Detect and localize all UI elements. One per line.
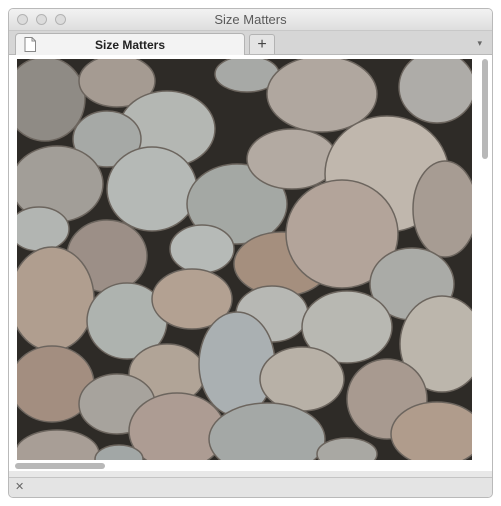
page-content — [9, 55, 492, 471]
tab-menu-chevron-down-icon[interactable]: ▾ — [477, 38, 482, 49]
title-bar[interactable]: Size Matters — [9, 9, 492, 31]
vertical-scrollbar-thumb[interactable] — [482, 59, 488, 159]
pebbles-image — [17, 59, 472, 460]
status-bar: ✕ — [9, 477, 492, 497]
new-tab-button[interactable]: + — [249, 34, 275, 54]
horizontal-scrollbar-thumb[interactable] — [15, 463, 105, 469]
close-icon[interactable]: ✕ — [15, 480, 24, 493]
tab-bar: Size Matters + ▾ — [9, 31, 492, 55]
tab-size-matters[interactable]: Size Matters — [15, 33, 245, 55]
window-title: Size Matters — [214, 12, 287, 27]
tab-label: Size Matters — [94, 38, 166, 52]
browser-window: Size Matters Size Matters + ▾ ✕ — [8, 8, 493, 498]
